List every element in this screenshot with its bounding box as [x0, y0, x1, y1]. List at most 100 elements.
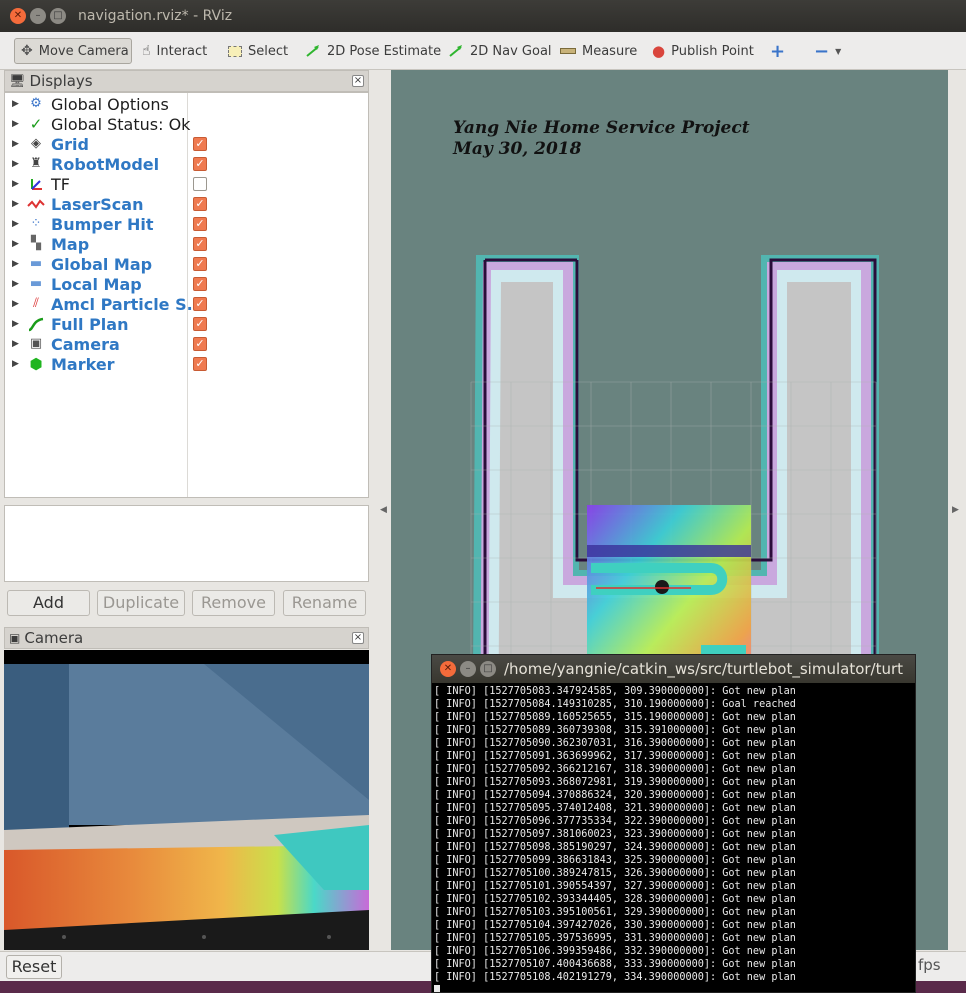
camera-image-view	[4, 650, 369, 950]
2d-nav-goal-tool[interactable]: 2D Nav Goal	[442, 38, 558, 64]
collapse-right-arrow-icon[interactable]: ▶	[952, 505, 959, 515]
camera-icon: ▣	[29, 336, 43, 351]
display-label: RobotModel	[51, 154, 160, 174]
display-checkbox[interactable]: ✓	[193, 157, 207, 171]
display-item-map[interactable]: ▶ ▚ Map ✓	[5, 234, 368, 254]
display-checkbox[interactable]: ✓	[193, 337, 207, 351]
expand-arrow-icon[interactable]: ▶	[12, 359, 19, 369]
display-checkbox[interactable]: ✓	[193, 257, 207, 271]
remove-tool-button[interactable]: − ▼	[808, 38, 847, 64]
expand-arrow-icon[interactable]: ▶	[12, 319, 19, 329]
rename-display-button[interactable]: Rename	[283, 590, 366, 616]
display-item-amcl-particles[interactable]: ▶ ⫽ Amcl Particle S... ✓	[5, 294, 368, 314]
display-checkbox[interactable]: ✓	[193, 237, 207, 251]
window-minimize-button[interactable]: –	[30, 8, 46, 24]
display-item-tf[interactable]: ▶ TF	[5, 174, 368, 194]
add-tool-button[interactable]: +	[764, 38, 791, 64]
measure-tool[interactable]: Measure	[554, 38, 643, 64]
display-item-global-options[interactable]: ▶ ⚙ Global Options	[5, 94, 368, 114]
terminal-line: [ INFO] [1527705098.385190297, 324.39000…	[434, 842, 796, 853]
expand-arrow-icon[interactable]: ▶	[12, 179, 19, 189]
display-item-global-map[interactable]: ▶ ▬ Global Map ✓	[5, 254, 368, 274]
terminal-close-button[interactable]: ✕	[440, 661, 456, 677]
expand-arrow-icon[interactable]: ▶	[12, 279, 19, 289]
display-checkbox[interactable]: ✓	[193, 297, 207, 311]
display-item-marker[interactable]: ▶ ⬢ Marker ✓	[5, 354, 368, 374]
display-item-camera[interactable]: ▶ ▣ Camera ✓	[5, 334, 368, 354]
display-checkbox[interactable]: ✓	[193, 317, 207, 331]
remove-display-button[interactable]: Remove	[192, 590, 275, 616]
duplicate-display-button[interactable]: Duplicate	[97, 590, 185, 616]
displays-panel-header: 🖥 Displays ×	[4, 70, 369, 92]
interact-tool[interactable]: ☝ Interact	[136, 38, 213, 64]
display-checkbox[interactable]	[193, 177, 207, 191]
expand-arrow-icon[interactable]: ▶	[12, 159, 19, 169]
move-camera-icon: ✥	[21, 43, 33, 59]
display-item-laserscan[interactable]: ▶ LaserScan ✓	[5, 194, 368, 214]
display-label: Amcl Particle S...	[51, 294, 205, 314]
publish-point-tool[interactable]: ● Publish Point	[646, 38, 760, 64]
display-item-local-map[interactable]: ▶ ▬ Local Map ✓	[5, 274, 368, 294]
particle-arrows-icon: ⫽	[33, 296, 39, 311]
terminal-line: [ INFO] [1527705094.370886324, 320.39000…	[434, 790, 796, 801]
display-item-grid[interactable]: ▶ ◈ Grid ✓	[5, 134, 368, 154]
terminal-line: [ INFO] [1527705102.393344405, 328.39000…	[434, 894, 796, 905]
display-checkbox[interactable]: ✓	[193, 357, 207, 371]
terminal-line: [ INFO] [1527705083.347924585, 309.39000…	[434, 686, 796, 697]
display-checkbox[interactable]: ✓	[193, 137, 207, 151]
display-item-global-status[interactable]: ▶ ✓ Global Status: Ok	[5, 114, 368, 134]
terminal-minimize-button[interactable]: –	[460, 661, 476, 677]
window-maximize-button[interactable]: □	[50, 8, 66, 24]
reset-button[interactable]: Reset	[6, 955, 62, 979]
laser-scan-icon	[27, 199, 45, 209]
close-icon[interactable]: ×	[352, 632, 364, 644]
terminal-cursor	[434, 984, 440, 992]
terminal-line: [ INFO] [1527705095.374012408, 321.39000…	[434, 803, 796, 814]
terminal-line: [ INFO] [1527705089.360739308, 315.39100…	[434, 725, 796, 736]
select-tool[interactable]: Select	[222, 38, 294, 64]
display-checkbox[interactable]: ✓	[193, 217, 207, 231]
display-item-full-plan[interactable]: ▶ Full Plan ✓	[5, 314, 368, 334]
expand-arrow-icon[interactable]: ▶	[12, 339, 19, 349]
map-text-marker: Yang Nie Home Service Project May 30, 20…	[453, 118, 750, 160]
terminal-line: [ INFO] [1527705100.389247815, 326.39000…	[434, 868, 796, 879]
caption-line-2: May 30, 2018	[453, 139, 582, 159]
display-label: Local Map	[51, 274, 142, 294]
expand-arrow-icon[interactable]: ▶	[12, 299, 19, 309]
display-checkbox[interactable]: ✓	[193, 197, 207, 211]
expand-arrow-icon[interactable]: ▶	[12, 99, 19, 109]
display-checkbox[interactable]: ✓	[193, 277, 207, 291]
select-icon	[228, 45, 242, 57]
folder-icon: ▬	[29, 276, 43, 291]
caption-line-1: Yang Nie Home Service Project	[453, 118, 750, 138]
2d-pose-estimate-tool[interactable]: 2D Pose Estimate	[299, 38, 447, 64]
point-cloud-icon: ⁘	[30, 216, 42, 231]
expand-arrow-icon[interactable]: ▶	[12, 219, 19, 229]
terminal-maximize-button[interactable]: □	[480, 661, 496, 677]
map-icon: ▚	[31, 236, 41, 251]
displays-tree: ▶ ⚙ Global Options ▶ ✓ Global Status: Ok…	[4, 92, 369, 498]
window-close-button[interactable]: ✕	[10, 8, 26, 24]
add-display-button[interactable]: Add	[7, 590, 90, 616]
terminal-output[interactable]: [ INFO] [1527705083.347924585, 309.39000…	[434, 685, 914, 992]
terminal-line: [ INFO] [1527705093.368072981, 319.39000…	[434, 777, 796, 788]
expand-arrow-icon[interactable]: ▶	[12, 259, 19, 269]
display-label: Map	[51, 234, 90, 254]
expand-arrow-icon[interactable]: ▶	[12, 199, 19, 209]
expand-arrow-icon[interactable]: ▶	[12, 119, 19, 129]
display-item-robotmodel[interactable]: ▶ ♜ RobotModel ✓	[5, 154, 368, 174]
expand-arrow-icon[interactable]: ▶	[12, 239, 19, 249]
move-camera-tool[interactable]: ✥ Move Camera	[14, 38, 132, 64]
terminal-title: /home/yangnie/catkin_ws/src/turtlebot_si…	[504, 660, 904, 678]
terminal-line: [ INFO] [1527705092.366212167, 318.39000…	[434, 764, 796, 775]
expand-arrow-icon[interactable]: ▶	[12, 139, 19, 149]
tool-label: Move Camera	[38, 43, 129, 59]
collapse-left-arrow-icon[interactable]: ◀	[380, 505, 387, 515]
terminal-window[interactable]: ✕ – □ /home/yangnie/catkin_ws/src/turtle…	[431, 654, 916, 993]
robot-icon: ♜	[30, 156, 42, 171]
terminal-line: [ INFO] [1527705104.397427026, 330.39000…	[434, 920, 796, 931]
close-icon[interactable]: ×	[352, 75, 364, 87]
terminal-line: [ INFO] [1527705084.149310285, 310.19000…	[434, 699, 796, 710]
display-item-bumper-hit[interactable]: ▶ ⁘ Bumper Hit ✓	[5, 214, 368, 234]
terminal-line: [ INFO] [1527705090.362307031, 316.39000…	[434, 738, 796, 749]
